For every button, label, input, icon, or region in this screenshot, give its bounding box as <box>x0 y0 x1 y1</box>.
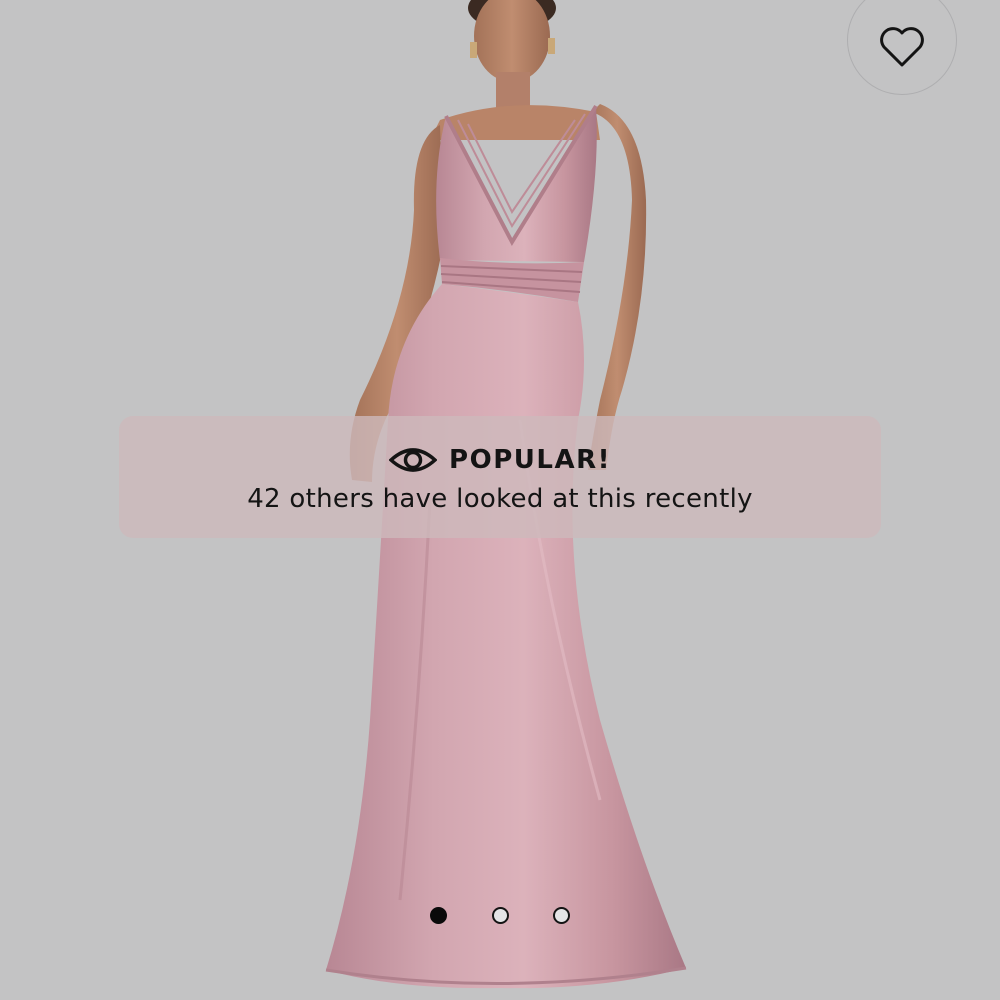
product-gallery: POPULAR! 42 others have looked at this r… <box>0 0 1000 1000</box>
heart-outline-icon <box>880 27 924 67</box>
popular-banner: POPULAR! 42 others have looked at this r… <box>119 416 881 538</box>
carousel-dot-2[interactable] <box>492 907 509 924</box>
popular-subtitle: 42 others have looked at this recently <box>247 484 753 514</box>
popular-title: POPULAR! <box>449 445 611 475</box>
carousel-dot-1[interactable] <box>430 907 447 924</box>
carousel-indicators <box>0 907 1000 929</box>
eye-icon <box>389 448 438 472</box>
carousel-dot-3[interactable] <box>553 907 570 924</box>
popular-title-row: POPULAR! <box>119 440 881 480</box>
